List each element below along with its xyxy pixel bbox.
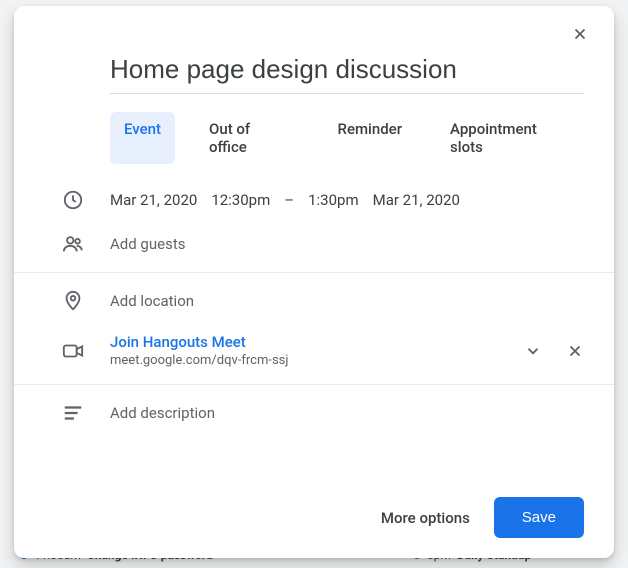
divider	[14, 384, 614, 385]
video-icon	[62, 340, 110, 362]
description-row[interactable]: Add description	[14, 391, 614, 435]
tab-reminder[interactable]: Reminder	[324, 112, 417, 164]
event-type-tabs: Event Out of office Reminder Appointment…	[14, 94, 614, 178]
save-button[interactable]: Save	[494, 497, 584, 538]
meet-url: meet.google.com/dqv-frcm-ssj	[110, 353, 524, 368]
location-row[interactable]: Add location	[14, 279, 614, 323]
description-icon	[62, 402, 110, 424]
title-row	[14, 48, 614, 94]
meet-info[interactable]: Join Hangouts Meet meet.google.com/dqv-f…	[110, 333, 524, 368]
meet-expand-button[interactable]	[524, 342, 542, 360]
tab-out-of-office[interactable]: Out of office	[195, 112, 304, 164]
start-time[interactable]: 12:30pm	[211, 191, 270, 209]
chevron-down-icon	[524, 342, 542, 360]
meet-join-link[interactable]: Join Hangouts Meet	[110, 333, 524, 351]
video-conference-row: Join Hangouts Meet meet.google.com/dqv-f…	[14, 323, 614, 378]
close-icon	[571, 25, 589, 43]
guests-placeholder: Add guests	[110, 235, 584, 253]
description-placeholder: Add description	[110, 404, 584, 422]
location-icon	[62, 290, 110, 312]
location-placeholder: Add location	[110, 292, 584, 310]
time-row: Mar 21, 2020 12:30pm – 1:30pm Mar 21, 20…	[14, 178, 614, 222]
clock-icon	[62, 189, 110, 211]
close-icon	[566, 342, 584, 360]
tab-appointment-slots[interactable]: Appointment slots	[436, 112, 584, 164]
event-title-input[interactable]	[110, 48, 584, 94]
more-options-button[interactable]: More options	[381, 509, 470, 527]
people-icon	[62, 233, 110, 255]
dialog-footer: More options Save	[14, 481, 614, 558]
start-date[interactable]: Mar 21, 2020	[110, 191, 197, 209]
dialog-header	[14, 6, 614, 48]
end-date[interactable]: Mar 21, 2020	[373, 191, 460, 209]
event-dialog: Event Out of office Reminder Appointment…	[14, 6, 614, 558]
time-dash: –	[284, 191, 294, 209]
guests-row[interactable]: Add guests	[14, 222, 614, 266]
divider	[14, 272, 614, 273]
end-time[interactable]: 1:30pm	[308, 191, 359, 209]
tab-event[interactable]: Event	[110, 112, 175, 164]
close-button[interactable]	[566, 20, 594, 48]
meet-remove-button[interactable]	[566, 342, 584, 360]
